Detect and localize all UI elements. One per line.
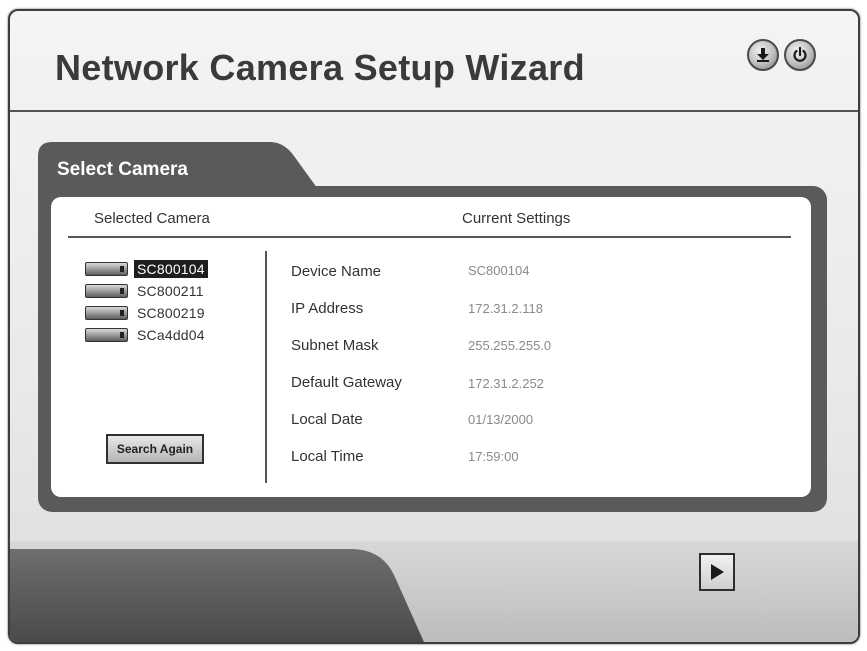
subnet-mask-label: Subnet Mask: [291, 337, 379, 354]
camera-name: SC800211: [137, 283, 204, 299]
power-button[interactable]: [784, 39, 816, 71]
camera-name: SC800219: [137, 305, 205, 321]
local-date-label: Local Date: [291, 411, 363, 428]
select-camera-title: Select Camera: [57, 159, 188, 180]
camera-device-icon: [85, 262, 128, 276]
current-settings-header: Current Settings: [462, 210, 571, 227]
camera-list-item[interactable]: SC800219: [85, 303, 235, 323]
next-button[interactable]: [699, 553, 735, 591]
download-icon: [757, 48, 769, 62]
local-time-label: Local Time: [291, 448, 364, 465]
wizard-window: Network Camera Setup Wizard Select Camer…: [8, 9, 860, 644]
search-again-button[interactable]: Search Again: [106, 434, 204, 464]
ip-address-value: 172.31.2.118: [468, 301, 543, 316]
local-date-value: 01/13/2000: [468, 412, 534, 427]
ip-address-label: IP Address: [291, 300, 364, 317]
camera-name: SC800104: [134, 260, 208, 278]
device-name-value: SC800104: [468, 263, 530, 278]
default-gateway-label: Default Gateway: [291, 374, 402, 391]
camera-device-icon: [85, 306, 128, 320]
local-time-value: 17:59:00: [468, 449, 519, 464]
camera-list-item[interactable]: SC800104: [85, 259, 235, 279]
selected-camera-header: Selected Camera: [94, 210, 210, 227]
title-divider: [10, 110, 858, 112]
camera-device-icon: [85, 284, 128, 298]
column-divider: [265, 251, 267, 483]
header-divider: [68, 236, 791, 238]
camera-name: SCa4dd04: [137, 327, 205, 343]
download-button[interactable]: [747, 39, 779, 71]
camera-list-item[interactable]: SCa4dd04: [85, 325, 235, 345]
page-title: Network Camera Setup Wizard: [55, 47, 585, 88]
default-gateway-value: 172.31.2.252: [468, 376, 544, 391]
device-name-label: Device Name: [291, 263, 382, 280]
camera-device-icon: [85, 328, 128, 342]
play-next-icon: [711, 564, 724, 580]
subnet-mask-value: 255.255.255.0: [468, 338, 552, 353]
power-icon: [793, 46, 807, 62]
camera-list-item[interactable]: SC800211: [85, 281, 235, 301]
